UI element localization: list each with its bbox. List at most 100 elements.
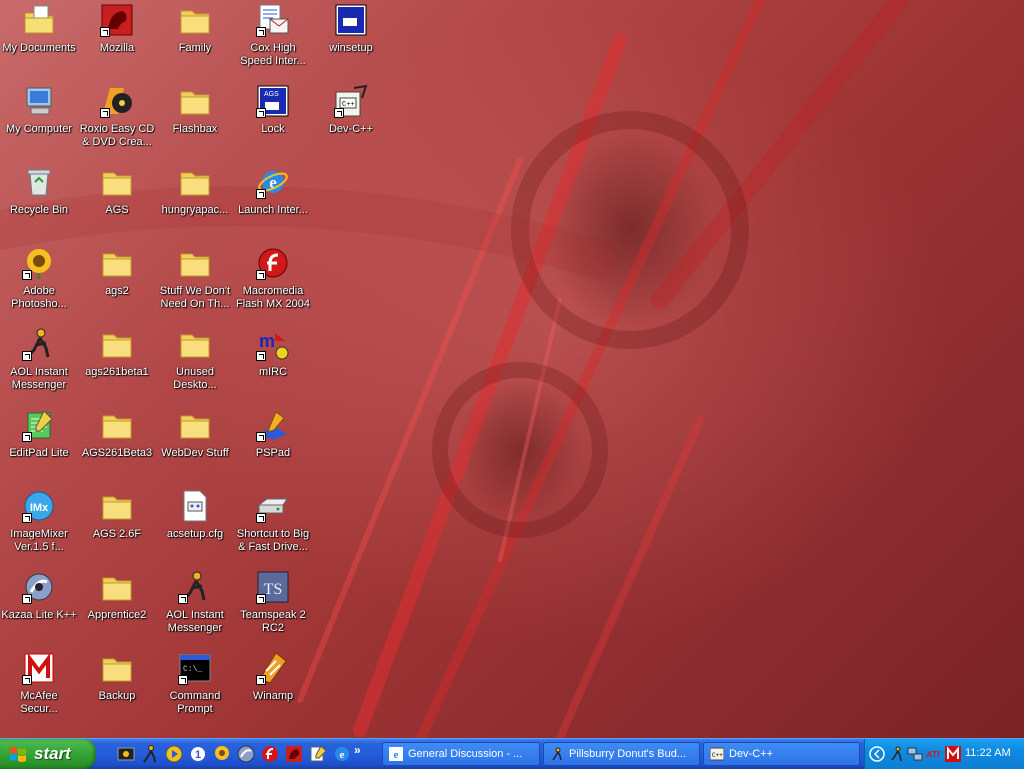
desktop-icon-kazaa-lite[interactable]: Kazaa Lite K++ [0,567,78,645]
shortcut-arrow-icon [256,432,266,442]
desktop-icon-my-documents[interactable]: My Documents [0,0,78,78]
shortcut-arrow-icon [334,108,344,118]
folder-icon [100,165,134,199]
folder-icon [100,246,134,280]
shortcut-arrow-icon [178,675,188,685]
shortcut-arrow-icon [256,675,266,685]
mozilla-icon [100,3,134,37]
windows-flag-icon [10,747,26,762]
desktop-icon-folder-ags2[interactable]: ags2 [78,243,156,321]
quick-launch-chevron-icon[interactable]: » [354,743,361,757]
svg-text:ATI: ATI [925,750,940,760]
recycle-bin-icon [22,165,56,199]
shortcut-arrow-icon [256,108,266,118]
desktop-icon-lock[interactable]: AGS Lock [234,81,312,159]
shortcut-arrow-icon [22,594,32,604]
shortcut-arrow-icon [22,351,32,361]
svg-text:IMx: IMx [30,502,49,514]
desktop-icon-folder-ags[interactable]: AGS [78,162,156,240]
media-player-icon[interactable] [164,744,184,764]
ati-icon[interactable]: ATI [925,746,943,762]
desktop-icon-winsetup[interactable]: winsetup [312,0,390,78]
taskbar-item-dev-cpp[interactable]: C++ Dev-C++ [703,742,860,766]
collapse-icon[interactable] [869,746,885,762]
folder-icon [100,651,134,685]
desktop-icon-teamspeak[interactable]: TS Teamspeak 2 RC2 [234,567,312,645]
desktop-icon-folder-ags261beta1[interactable]: ags261beta1 [78,324,156,402]
folder-icon [178,165,212,199]
mozilla-icon[interactable] [284,744,304,764]
my-computer-icon [22,84,56,118]
svg-text:C:\_: C:\_ [183,665,202,674]
internet-explorer-icon: e [256,165,290,199]
desktop-icon-roxio[interactable]: Roxio Easy CD & DVD Crea... [78,81,156,159]
shortcut-arrow-icon [100,108,110,118]
desktop-icon-folder-backup[interactable]: Backup [78,648,156,726]
editor-icon[interactable] [308,744,328,764]
desktop-icon-pspad[interactable]: PSPad [234,405,312,483]
desktop-icon-dev-cpp[interactable]: C++ Dev-C++ [312,81,390,159]
folder-icon [100,408,134,442]
desktop-icon-folder-webdev-stuff[interactable]: WebDev Stuff [156,405,234,483]
taskbar-item-pillsburry[interactable]: Pillsburry Donut's Bud... [543,742,700,766]
media-icon[interactable] [116,744,136,764]
photoshop-icon[interactable] [212,744,232,764]
flash-icon[interactable] [260,744,280,764]
shortcut-arrow-icon [256,351,266,361]
desktop-icon-imagemixer[interactable]: IMx ImageMixer Ver.1.5 f... [0,486,78,564]
teamspeak-icon: TS [256,570,290,604]
desktop-icon-folder-unused-desktop[interactable]: Unused Deskto... [156,324,234,402]
desktop-icon-folder-hungryapac[interactable]: hungryapac... [156,162,234,240]
pspad-icon [256,408,290,442]
desktop-icon-cox-high-speed[interactable]: Cox High Speed Inter... [234,0,312,78]
desktop-icon-editpad-lite[interactable]: EditPad Lite [0,405,78,483]
folder-icon [100,327,134,361]
desktop-icon-macromedia-flash[interactable]: Macromedia Flash MX 2004 [234,243,312,321]
mcafee-icon[interactable] [945,746,961,762]
svg-text:e: e [394,749,399,761]
desktop: My Documents My Computer Recycle Bin Ado… [0,0,1024,738]
imagemixer-icon: IMx [22,489,56,523]
shortcut-arrow-icon [178,594,188,604]
desktop-icon-aol-instant-messenger-2[interactable]: AOL Instant Messenger [156,567,234,645]
kazaa-icon[interactable] [236,744,256,764]
desktop-icon-folder-ags261beta3[interactable]: AGS261Beta3 [78,405,156,483]
desktop-icon-acsetup-cfg[interactable]: acsetup.cfg [156,486,234,564]
start-button[interactable]: start [0,739,96,769]
desktop-icon-big-fast-drive[interactable]: Shortcut to Big & Fast Drive... [234,486,312,564]
desktop-icon-folder-ags-2-6f[interactable]: AGS 2.6F [78,486,156,564]
desktop-icon-folder-apprentice2[interactable]: Apprentice2 [78,567,156,645]
internet-explorer-icon: e [389,747,403,761]
desktop-icon-mozilla[interactable]: Mozilla [78,0,156,78]
internet-explorer-icon[interactable]: e [332,744,352,764]
mirc-icon: m [256,327,290,361]
aim-icon[interactable] [889,746,905,762]
taskbar-item-general-discussion[interactable]: e General Discussion - ... [382,742,540,766]
start-label: start [34,744,71,763]
desktop-icon-mirc[interactable]: m mIRC [234,324,312,402]
shortcut-arrow-icon [256,189,266,199]
network-icon[interactable] [907,746,923,762]
desktop-icon-recycle-bin[interactable]: Recycle Bin [0,162,78,240]
desktop-icon-winamp[interactable]: Winamp [234,648,312,726]
shortcut-arrow-icon [22,270,32,280]
folder-icon [100,570,134,604]
desktop-icon-mcafee[interactable]: McAfee Secur... [0,648,78,726]
desktop-icon-adobe-photoshop[interactable]: Adobe Photosho... [0,243,78,321]
aim-icon [552,747,562,761]
command-prompt-icon: C:\_ [178,651,212,685]
desktop-icon-command-prompt[interactable]: C:\_ Command Prompt [156,648,234,726]
aim-icon[interactable] [140,744,160,764]
svg-text:AGS: AGS [264,91,279,98]
desktop-icon-folder-stuff-we-dont-need[interactable]: Stuff We Don't Need On Th... [156,243,234,321]
info-icon[interactable]: 1 [188,744,208,764]
desktop-icon-launch-internet-explorer[interactable]: e Launch Inter... [234,162,312,240]
desktop-icon-folder-flashbax[interactable]: Flashbax [156,81,234,159]
cox-icon [256,3,290,37]
folder-icon [178,3,212,37]
desktop-icon-my-computer[interactable]: My Computer [0,81,78,159]
desktop-icon-aol-instant-messenger[interactable]: AOL Instant Messenger [0,324,78,402]
system-tray: ATI 11:22 AM [864,739,1024,769]
desktop-icon-folder-family[interactable]: Family [156,0,234,78]
taskbar-clock[interactable]: 11:22 AM [965,747,1011,759]
